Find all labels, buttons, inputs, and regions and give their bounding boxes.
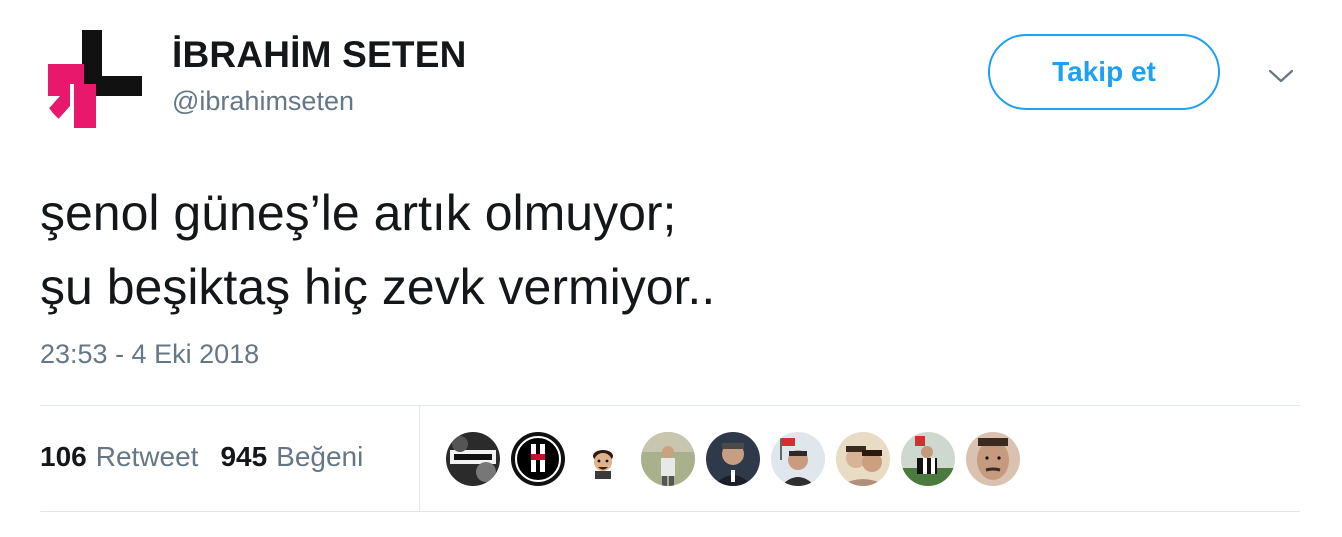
liker-avatar[interactable]	[966, 432, 1020, 486]
user-avatar-icon	[446, 432, 500, 486]
heforshe-logo-icon	[40, 24, 148, 132]
user-avatar-icon	[901, 432, 955, 486]
like-count: 945	[220, 441, 268, 472]
retweet-label: Retweet	[95, 441, 199, 472]
user-avatar-icon	[641, 432, 695, 486]
liker-avatar[interactable]	[446, 432, 500, 486]
user-avatar-icon	[966, 432, 1020, 486]
besiktas-crest-icon	[511, 432, 565, 486]
tweet-stats: 106 Retweet 945 Beğeni	[40, 441, 363, 473]
follow-button[interactable]: Takip et	[988, 34, 1220, 110]
liker-avatar[interactable]	[706, 432, 760, 486]
tweet-card: İBRAHİM SETEN @ibrahimseten Takip et şen…	[0, 0, 1342, 537]
like-label: Beğeni	[276, 441, 364, 472]
liker-avatar[interactable]	[836, 432, 890, 486]
author-display-name[interactable]: İBRAHİM SETEN	[172, 34, 467, 76]
tweet-text-line: şenol güneş’le artık olmuyor;	[40, 185, 677, 241]
liker-avatar[interactable]	[771, 432, 825, 486]
tweet-menu-button[interactable]	[1266, 66, 1296, 86]
user-avatar-icon	[706, 432, 760, 486]
user-avatar-icon	[836, 432, 890, 486]
like-count-link[interactable]: 945 Beğeni	[220, 441, 363, 473]
user-avatar-icon	[771, 432, 825, 486]
author-avatar[interactable]	[40, 24, 148, 132]
chevron-down-icon	[1268, 69, 1294, 83]
liker-avatars	[446, 432, 1020, 486]
liker-avatar[interactable]	[511, 432, 565, 486]
liker-avatar[interactable]	[641, 432, 695, 486]
tweet-text-line: şu beşiktaş hiç zevk vermiyor..	[40, 259, 716, 315]
divider	[419, 406, 420, 511]
cartoon-avatar-icon	[576, 432, 630, 486]
retweet-count-link[interactable]: 106 Retweet	[40, 441, 198, 473]
liker-avatar[interactable]	[901, 432, 955, 486]
author-screen-name[interactable]: @ibrahimseten	[172, 86, 354, 117]
divider	[40, 511, 1300, 512]
retweet-count: 106	[40, 441, 87, 472]
tweet-text: şenol güneş’le artık olmuyor; şu beşikta…	[40, 176, 715, 324]
tweet-timestamp[interactable]: 23:53 - 4 Eki 2018	[40, 339, 259, 370]
liker-avatar[interactable]	[576, 432, 630, 486]
divider	[40, 405, 1300, 406]
